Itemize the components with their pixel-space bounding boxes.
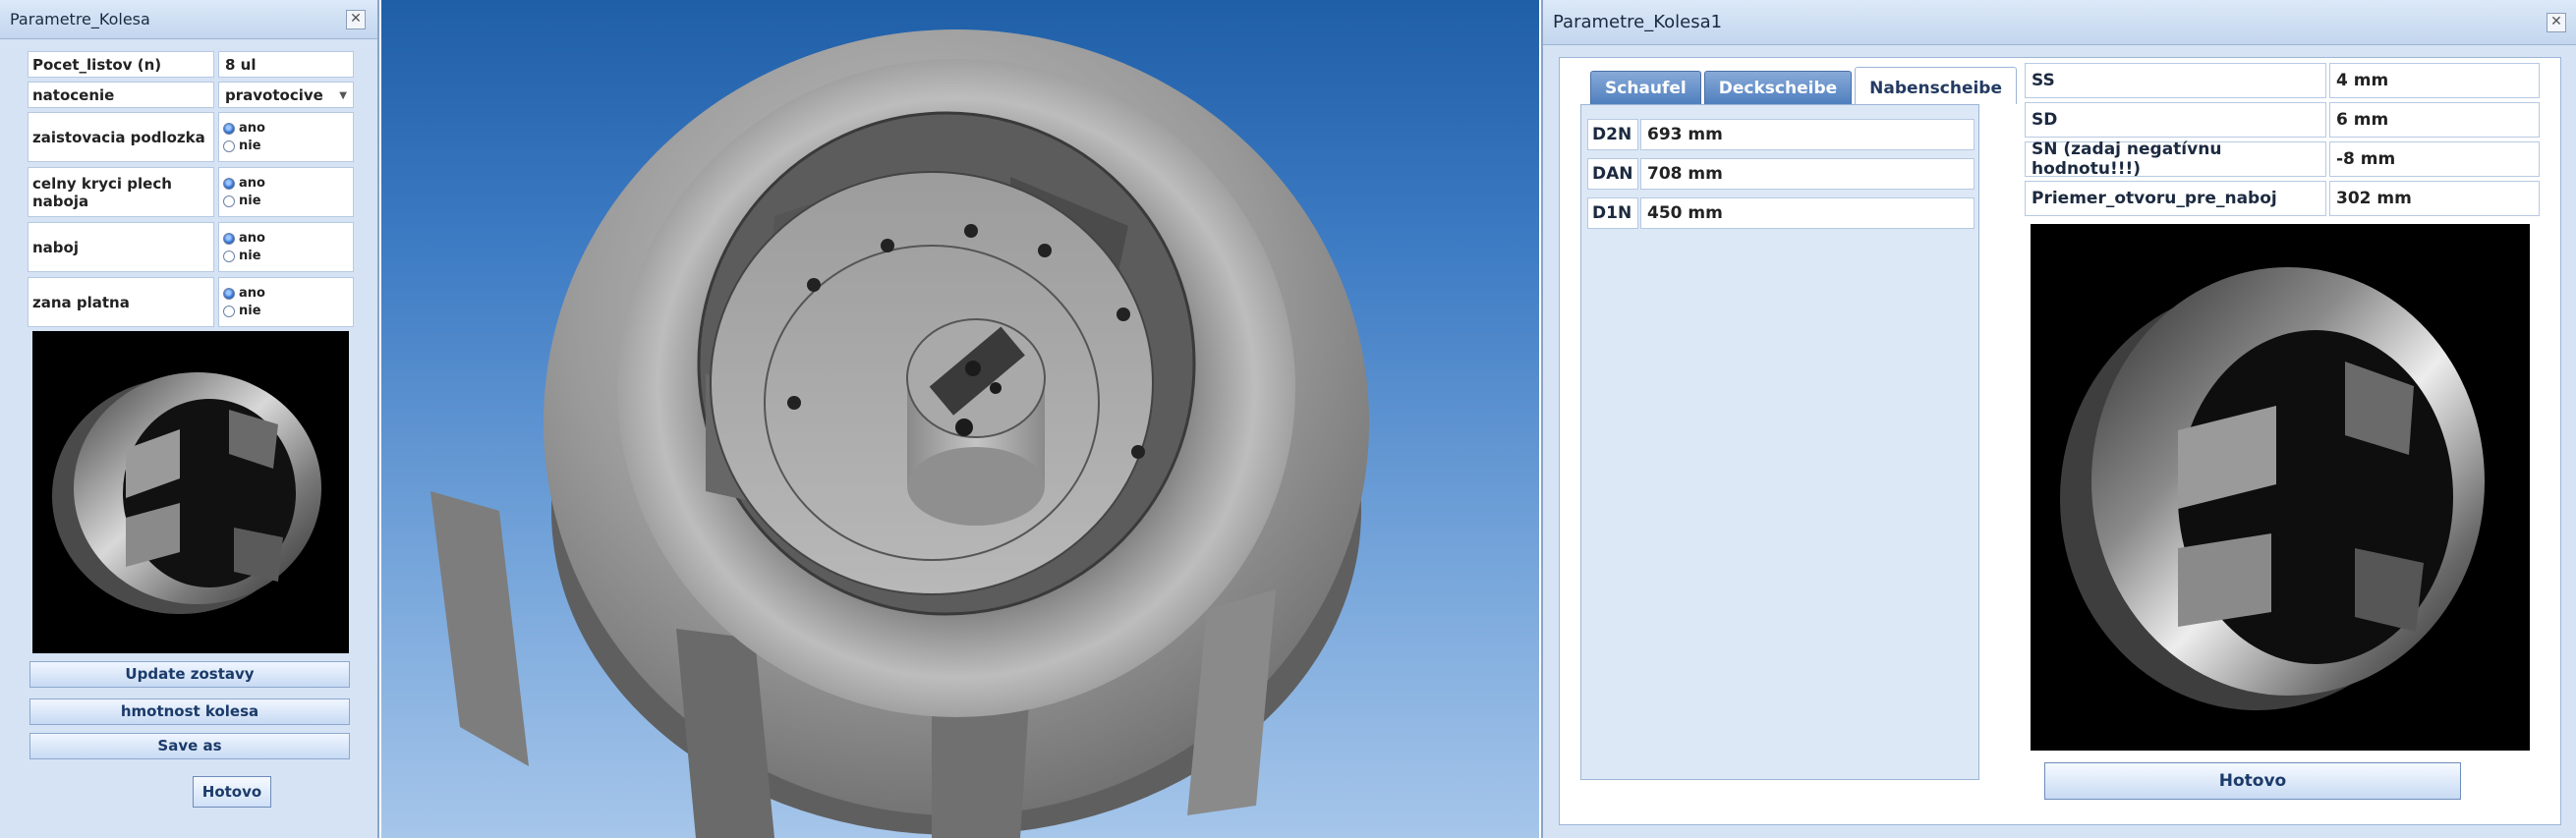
tab-strip: Schaufel Deckscheibe Nabenscheibe bbox=[1590, 67, 2020, 104]
left-done-button[interactable]: Hotovo bbox=[193, 776, 271, 808]
radio-selected-icon bbox=[223, 177, 235, 190]
impeller-3d-model bbox=[430, 29, 1369, 838]
radio-option-nie[interactable]: nie bbox=[223, 138, 261, 155]
param-row-natocenie: natocenie pravotocive ▼ bbox=[28, 82, 354, 108]
param-row-d1n: D1N 450 mm bbox=[1587, 197, 1975, 229]
chevron-down-icon: ▼ bbox=[339, 90, 347, 101]
param-label: naboj bbox=[28, 222, 214, 272]
param-label: celny kryci plech naboja bbox=[28, 167, 214, 217]
radio-selected-icon bbox=[223, 122, 235, 135]
param-label: DAN bbox=[1587, 158, 1638, 190]
impeller-preview-image bbox=[2031, 224, 2530, 751]
radio-label: nie bbox=[239, 194, 261, 208]
left-panel-titlebar: Parametre_Kolesa ✕ bbox=[0, 0, 377, 39]
celny-kryci-plech-radio-group: ano nie bbox=[218, 167, 354, 217]
left-parameter-panel: Parametre_Kolesa ✕ Pocet_listov (n) 8 ul… bbox=[0, 0, 379, 838]
param-label: Pocet_listov (n) bbox=[28, 51, 214, 78]
right-done-button[interactable]: Hotovo bbox=[2044, 762, 2461, 800]
param-row-d2n: D2N 693 mm bbox=[1587, 119, 1975, 150]
param-row-sd: SD 6 mm bbox=[2025, 102, 2540, 138]
zaistovacia-podlozka-radio-group: ano nie bbox=[218, 112, 354, 162]
close-icon[interactable]: ✕ bbox=[2547, 13, 2566, 32]
param-row-sn: SN (zadaj negatívnu hodnotu!!!) -8 mm bbox=[2025, 140, 2540, 179]
param-label: zaistovacia podlozka bbox=[28, 112, 214, 162]
param-row-celny-kryci-plech: celny kryci plech naboja ano nie bbox=[28, 167, 354, 217]
natocenie-dropdown[interactable]: pravotocive ▼ bbox=[218, 82, 354, 108]
radio-label: ano bbox=[239, 286, 265, 301]
radio-unselected-icon bbox=[223, 195, 235, 207]
impeller-preview-image bbox=[32, 331, 349, 653]
left-panel-title: Parametre_Kolesa bbox=[10, 10, 150, 28]
tab-deckscheibe[interactable]: Deckscheibe bbox=[1703, 71, 1853, 104]
radio-unselected-icon bbox=[223, 140, 235, 152]
radio-option-nie[interactable]: nie bbox=[223, 248, 261, 265]
param-row-pocet-listov: Pocet_listov (n) 8 ul bbox=[28, 51, 354, 78]
param-row-ss: SS 4 mm bbox=[2025, 63, 2540, 98]
save-as-button[interactable]: Save as bbox=[29, 733, 350, 759]
radio-label: nie bbox=[239, 139, 261, 153]
radio-option-nie[interactable]: nie bbox=[223, 193, 261, 210]
nabenscheibe-tab-pane: D2N 693 mm DAN 708 mm D1N 450 mm bbox=[1580, 104, 1979, 780]
right-panel-title: Parametre_Kolesa1 bbox=[1553, 12, 1723, 32]
radio-selected-icon bbox=[223, 232, 235, 245]
radio-label: ano bbox=[239, 121, 265, 136]
radio-unselected-icon bbox=[223, 250, 235, 262]
tab-nabenscheibe[interactable]: Nabenscheibe bbox=[1855, 67, 2018, 104]
close-icon[interactable]: ✕ bbox=[346, 10, 366, 29]
radio-option-nie[interactable]: nie bbox=[223, 303, 261, 320]
ss-field[interactable]: 4 mm bbox=[2329, 63, 2540, 98]
param-label: zana platna bbox=[28, 277, 214, 327]
radio-unselected-icon bbox=[223, 305, 235, 317]
param-row-naboj: naboj ano nie bbox=[28, 222, 354, 272]
param-label: D1N bbox=[1587, 197, 1638, 229]
wheel-mass-button[interactable]: hmotnost kolesa bbox=[29, 698, 350, 725]
param-label: D2N bbox=[1587, 119, 1638, 150]
radio-selected-icon bbox=[223, 287, 235, 300]
param-row-priemer-otvoru: Priemer_otvoru_pre_naboj 302 mm bbox=[2025, 181, 2540, 216]
right-panel-titlebar: Parametre_Kolesa1 ✕ bbox=[1543, 0, 2576, 45]
param-label: SD bbox=[2025, 102, 2326, 138]
update-assembly-button[interactable]: Update zostavy bbox=[29, 661, 350, 688]
pocet-listov-field[interactable]: 8 ul bbox=[218, 51, 354, 78]
radio-label: ano bbox=[239, 231, 265, 246]
tab-schaufel[interactable]: Schaufel bbox=[1590, 71, 1701, 104]
sd-field[interactable]: 6 mm bbox=[2329, 102, 2540, 138]
radio-label: ano bbox=[239, 176, 265, 191]
cad-3d-viewport[interactable] bbox=[381, 0, 1539, 838]
d2n-field[interactable]: 693 mm bbox=[1640, 119, 1975, 150]
param-label: SN (zadaj negatívnu hodnotu!!!) bbox=[2025, 140, 2326, 179]
radio-label: nie bbox=[239, 249, 261, 263]
right-parameter-grid: SS 4 mm SD 6 mm SN (zadaj negatívnu hodn… bbox=[2025, 63, 2540, 220]
dropdown-value: pravotocive bbox=[225, 85, 323, 104]
priemer-otvoru-field[interactable]: 302 mm bbox=[2329, 181, 2540, 216]
zana-platna-radio-group: ano nie bbox=[218, 277, 354, 327]
sn-field[interactable]: -8 mm bbox=[2329, 141, 2540, 177]
param-row-zaistovacia-podlozka: zaistovacia podlozka ano nie bbox=[28, 112, 354, 162]
param-label: SS bbox=[2025, 63, 2326, 98]
radio-label: nie bbox=[239, 304, 261, 318]
d1n-field[interactable]: 450 mm bbox=[1640, 197, 1975, 229]
naboj-radio-group: ano nie bbox=[218, 222, 354, 272]
radio-option-ano[interactable]: ano bbox=[223, 285, 265, 303]
left-parameter-grid: Pocet_listov (n) 8 ul natocenie pravotoc… bbox=[28, 51, 354, 332]
param-row-dan: DAN 708 mm bbox=[1587, 158, 1975, 190]
radio-option-ano[interactable]: ano bbox=[223, 120, 265, 138]
radio-option-ano[interactable]: ano bbox=[223, 175, 265, 193]
dan-field[interactable]: 708 mm bbox=[1640, 158, 1975, 190]
param-row-zana-platna: zana platna ano nie bbox=[28, 277, 354, 327]
param-label: Priemer_otvoru_pre_naboj bbox=[2025, 181, 2326, 216]
param-label: natocenie bbox=[28, 82, 214, 108]
right-parameter-panel: Parametre_Kolesa1 ✕ Schaufel Deckscheibe… bbox=[1541, 0, 2576, 838]
radio-option-ano[interactable]: ano bbox=[223, 230, 265, 248]
